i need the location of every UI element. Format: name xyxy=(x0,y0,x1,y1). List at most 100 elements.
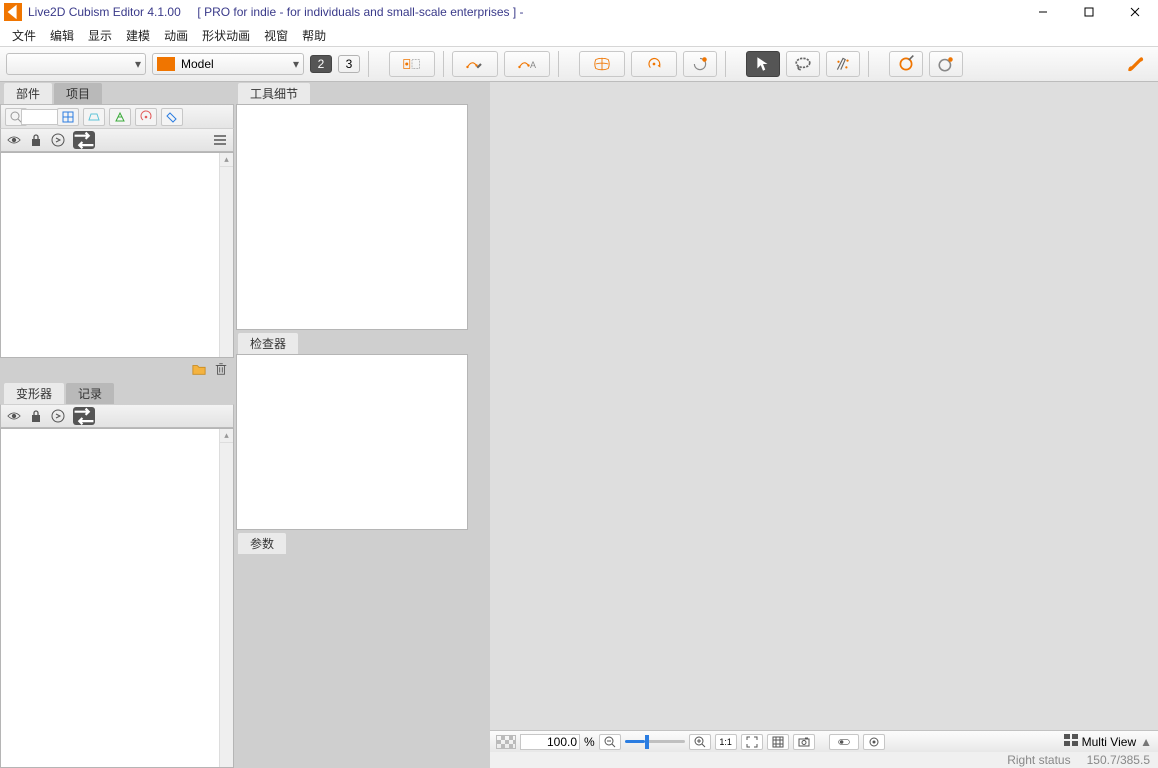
close-icon xyxy=(1130,7,1140,17)
tab-log[interactable]: 记录 xyxy=(66,383,114,404)
toolbar-separator xyxy=(725,51,726,77)
transparency-toggle[interactable] xyxy=(496,735,516,749)
rotation-filter-icon xyxy=(139,110,153,124)
menu-modeling[interactable]: 建模 xyxy=(120,25,156,46)
path-auto-button[interactable]: AUTO xyxy=(504,51,550,77)
transform-path-button[interactable] xyxy=(889,51,923,77)
filter-glue-button[interactable] xyxy=(161,108,183,126)
actual-size-button[interactable]: 1:1 xyxy=(715,734,737,750)
tab-tool-detail[interactable]: 工具细节 xyxy=(238,83,310,104)
draw-brush-button[interactable] xyxy=(1118,51,1152,77)
deformer-panel-tabs: 变形器 记录 xyxy=(0,382,234,404)
parts-tree[interactable]: ▴ xyxy=(0,152,234,358)
panel-menu-button[interactable] xyxy=(213,133,227,147)
zoom-in-button[interactable] xyxy=(689,734,711,750)
status-coords: 150.7/385.5 xyxy=(1087,753,1150,767)
bounds-icon xyxy=(403,55,421,73)
swap-mode-button[interactable] xyxy=(73,407,95,425)
menu-animation[interactable]: 动画 xyxy=(158,25,194,46)
mode-selector[interactable]: Model ▾ xyxy=(152,53,304,75)
menu-file[interactable]: 文件 xyxy=(6,25,42,46)
grid-toggle-button[interactable] xyxy=(767,734,789,750)
filter-deformer-button[interactable] xyxy=(83,108,105,126)
expand-toggle[interactable] xyxy=(51,409,65,423)
main-toolbar: ▾ Model ▾ 2 3 AUTO xyxy=(0,46,1158,82)
scrollbar[interactable]: ▴ xyxy=(219,429,233,767)
zoom-in-icon xyxy=(694,736,706,748)
record-toggle-button[interactable] xyxy=(829,734,859,750)
filter-mesh-button[interactable] xyxy=(57,108,79,126)
tab-inspector[interactable]: 检查器 xyxy=(238,333,298,354)
swap-mode-button[interactable] xyxy=(73,131,95,149)
arrow-icon xyxy=(754,55,772,73)
multiview-grid-button[interactable] xyxy=(1064,734,1078,749)
expand-toggle[interactable] xyxy=(51,133,65,147)
glue-filter-icon xyxy=(165,110,179,124)
menu-form-anim[interactable]: 形状动画 xyxy=(196,25,256,46)
glue-tool-button[interactable] xyxy=(683,51,717,77)
zoom-out-button[interactable] xyxy=(599,734,621,750)
close-button[interactable] xyxy=(1112,0,1158,24)
rotation-icon xyxy=(645,55,663,73)
maximize-button[interactable] xyxy=(1066,0,1112,24)
menu-help[interactable]: 帮助 xyxy=(296,25,332,46)
scrollbar[interactable]: ▴ xyxy=(219,153,233,357)
search-input-wrapper xyxy=(31,108,53,126)
tab-deformer[interactable]: 变形器 xyxy=(4,383,64,404)
level-3-button[interactable]: 3 xyxy=(338,55,360,73)
collapse-up-icon[interactable]: ▲ xyxy=(1140,735,1152,749)
tab-parts[interactable]: 部件 xyxy=(4,83,52,104)
pen-tool-button[interactable] xyxy=(452,51,498,77)
viewport[interactable] xyxy=(490,82,1158,730)
tab-project[interactable]: 项目 xyxy=(54,83,102,104)
lock-icon xyxy=(29,409,43,423)
deformer-view-row xyxy=(0,404,234,428)
lasso-tool-button[interactable] xyxy=(786,51,820,77)
trash-button[interactable] xyxy=(214,362,228,379)
auto-curve-icon: AUTO xyxy=(518,55,536,73)
chevron-circle-icon xyxy=(51,409,65,423)
arrow-tool-button[interactable] xyxy=(746,51,780,77)
dock-gutter[interactable] xyxy=(470,82,490,768)
snapshot-button[interactable] xyxy=(793,734,815,750)
inspector-panel xyxy=(236,354,468,530)
menu-edit[interactable]: 编辑 xyxy=(44,25,80,46)
target-selector[interactable]: ▾ xyxy=(6,53,146,75)
bounds-tool-button[interactable] xyxy=(389,51,435,77)
tab-parameter[interactable]: 参数 xyxy=(238,533,286,554)
level-2-button[interactable]: 2 xyxy=(310,55,332,73)
brush-select-button[interactable] xyxy=(826,51,860,77)
menu-window[interactable]: 视窗 xyxy=(258,25,294,46)
parameter-panel xyxy=(236,554,468,766)
camera-icon xyxy=(798,736,810,748)
multiview-label[interactable]: Multi View xyxy=(1082,735,1136,749)
folder-button[interactable] xyxy=(192,362,206,379)
visibility-toggle[interactable] xyxy=(7,133,21,147)
visibility-toggle[interactable] xyxy=(7,409,21,423)
trash-icon xyxy=(214,362,228,376)
title-app: Live2D Cubism Editor 4.1.00 xyxy=(28,5,181,19)
rotation-deformer-button[interactable] xyxy=(631,51,677,77)
zoom-slider[interactable] xyxy=(625,735,685,749)
fit-screen-button[interactable] xyxy=(741,734,763,750)
chevron-down-icon: ▾ xyxy=(293,57,299,71)
filter-artmesh-button[interactable] xyxy=(109,108,131,126)
fit-icon xyxy=(746,736,758,748)
folder-icon xyxy=(192,362,206,376)
left-dock: 部件 项目 xyxy=(0,82,234,768)
transform-brush-button[interactable] xyxy=(929,51,963,77)
app-logo-icon xyxy=(4,3,22,21)
lock-toggle[interactable] xyxy=(29,409,43,423)
deformer-grid-button[interactable] xyxy=(579,51,625,77)
deformer-tree[interactable]: ▴ xyxy=(0,428,234,768)
minimize-button[interactable] xyxy=(1020,0,1066,24)
minimize-icon xyxy=(1038,7,1048,17)
filter-rotation-button[interactable] xyxy=(135,108,157,126)
menu-display[interactable]: 显示 xyxy=(82,25,118,46)
zoom-input[interactable] xyxy=(520,734,580,750)
lock-toggle[interactable] xyxy=(29,133,43,147)
middle-dock: 工具细节 检查器 参数 xyxy=(234,82,470,768)
brush-icon xyxy=(1126,55,1144,73)
parts-tool-row xyxy=(0,104,234,128)
record-options-button[interactable] xyxy=(863,734,885,750)
